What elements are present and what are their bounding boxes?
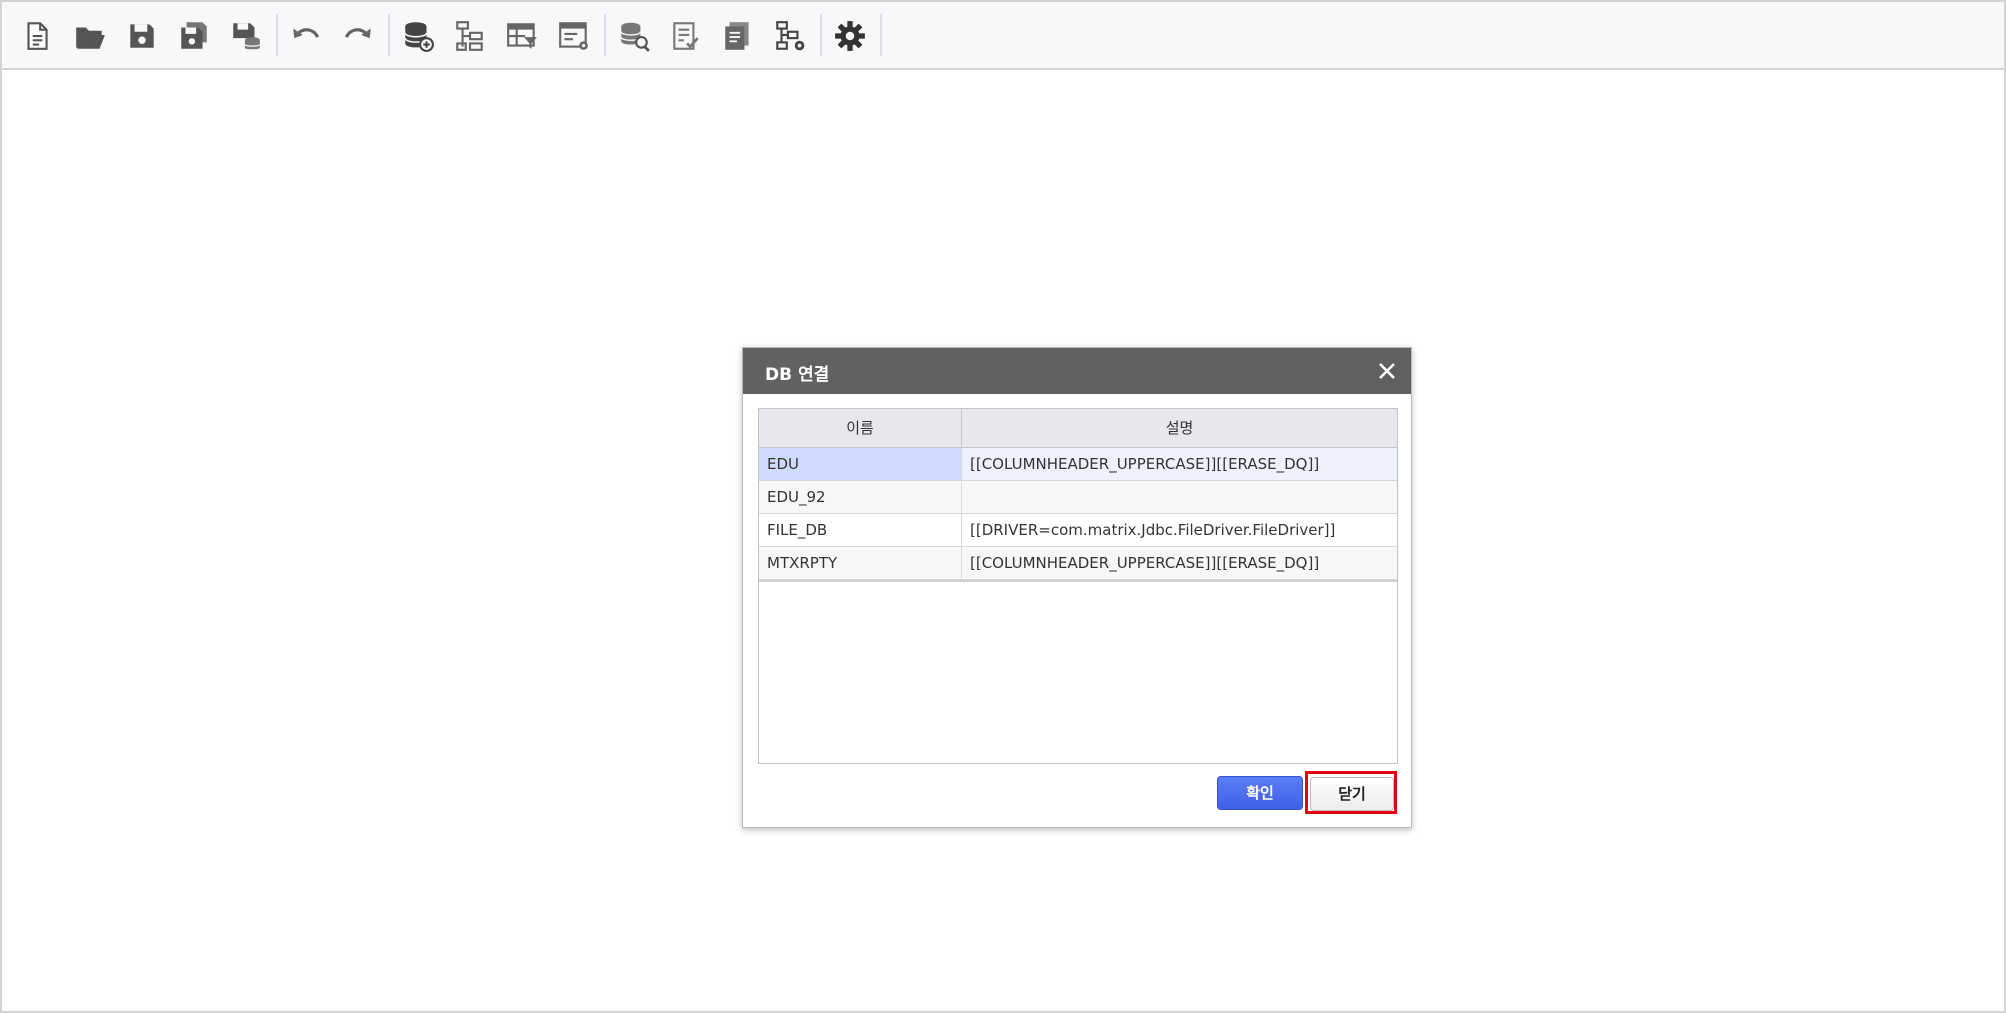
highlight-box: [1305, 771, 1397, 814]
toolbar-separator: [880, 14, 882, 56]
gear-icon[interactable]: [828, 14, 872, 58]
cell-description[interactable]: [[DRIVER=com.matrix.Jdbc.FileDriver.File…: [962, 514, 1397, 546]
new-document-icon[interactable]: [15, 14, 59, 58]
db-connection-dialog: DB 연결 이름 설명 EDU [[COLUMNHEADER_UPPERCASE…: [742, 347, 1412, 828]
cell-name[interactable]: MTXRPTY: [759, 547, 962, 579]
grid-header: 이름 설명: [759, 409, 1397, 448]
form-settings-icon[interactable]: [552, 14, 596, 58]
table-row[interactable]: EDU [[COLUMNHEADER_UPPERCASE]][[ERASE_DQ…: [759, 448, 1397, 481]
save-icon[interactable]: [120, 14, 164, 58]
connection-grid: 이름 설명 EDU [[COLUMNHEADER_UPPERCASE]][[ER…: [758, 408, 1398, 764]
db-connection-icon[interactable]: [396, 14, 440, 58]
column-header-name[interactable]: 이름: [759, 409, 962, 447]
column-header-description[interactable]: 설명: [962, 409, 1397, 447]
confirm-button[interactable]: 확인: [1217, 776, 1303, 810]
dialog-title: DB 연결: [765, 365, 830, 385]
cell-name[interactable]: EDU_92: [759, 481, 962, 513]
open-folder-icon[interactable]: [68, 14, 112, 58]
report-icon[interactable]: [716, 14, 760, 58]
toolbar-separator: [388, 14, 390, 56]
redo-icon[interactable]: [336, 14, 380, 58]
tree-settings-icon[interactable]: [768, 14, 812, 58]
check-list-icon[interactable]: [664, 14, 708, 58]
undo-icon[interactable]: [284, 14, 328, 58]
cell-description[interactable]: [962, 481, 1397, 513]
table-row[interactable]: FILE_DB [[DRIVER=com.matrix.Jdbc.FileDri…: [759, 514, 1397, 547]
table-filter-icon[interactable]: [500, 14, 544, 58]
table-row[interactable]: MTXRPTY [[COLUMNHEADER_UPPERCASE]][[ERAS…: [759, 547, 1397, 580]
dialog-title-bar[interactable]: DB 연결: [743, 348, 1411, 394]
close-icon[interactable]: [1375, 359, 1399, 383]
cell-description[interactable]: [[COLUMNHEADER_UPPERCASE]][[ERASE_DQ]]: [962, 448, 1397, 480]
cell-description[interactable]: [[COLUMNHEADER_UPPERCASE]][[ERASE_DQ]]: [962, 547, 1397, 579]
app-window: DB 연결 이름 설명 EDU [[COLUMNHEADER_UPPERCASE…: [0, 0, 2006, 1013]
save-to-server-icon[interactable]: [224, 14, 268, 58]
table-row[interactable]: EDU_92: [759, 481, 1397, 514]
cell-name[interactable]: EDU: [759, 448, 962, 480]
save-as-icon[interactable]: [172, 14, 216, 58]
main-toolbar: [2, 2, 2004, 70]
cell-name[interactable]: FILE_DB: [759, 514, 962, 546]
toolbar-separator: [276, 14, 278, 56]
db-query-icon[interactable]: [612, 14, 656, 58]
toolbar-separator: [820, 14, 822, 56]
grid-divider: [759, 580, 1397, 582]
data-tree-icon[interactable]: [448, 14, 492, 58]
toolbar-separator: [604, 14, 606, 56]
